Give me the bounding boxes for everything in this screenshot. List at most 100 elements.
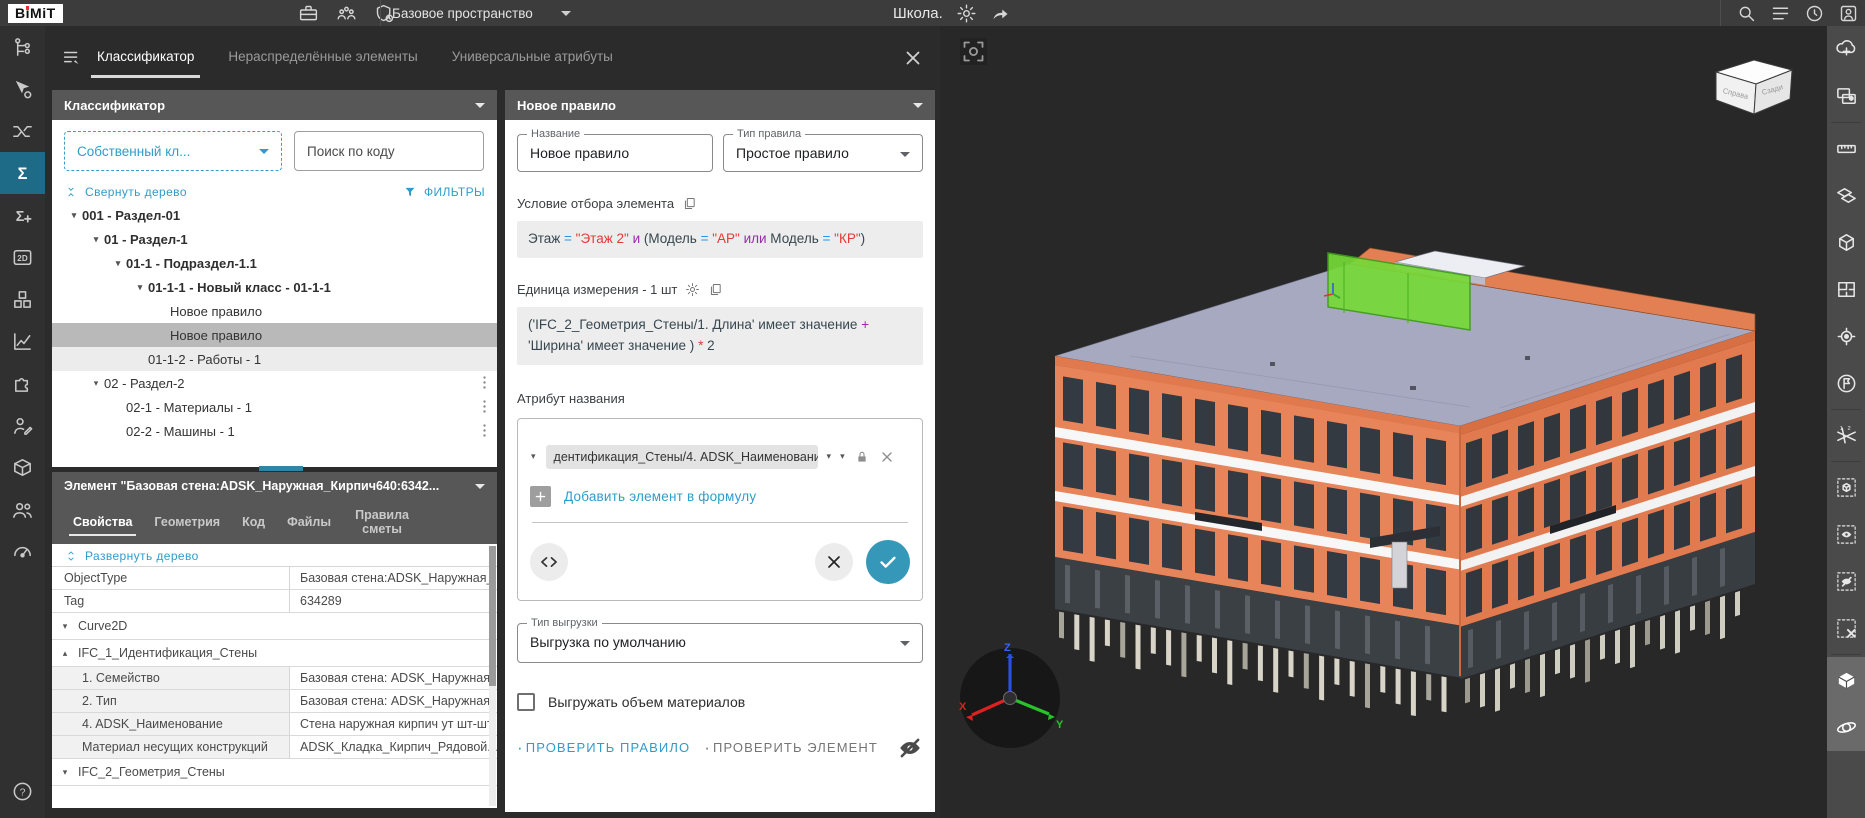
cancel-button[interactable] <box>815 543 853 581</box>
materials-checkbox-row[interactable]: Выгружать объем материалов <box>517 693 923 711</box>
rail-item-2d-view[interactable]: 2D <box>0 236 45 278</box>
gear-icon[interactable] <box>956 3 977 24</box>
rail-item-sum[interactable]: Σ <box>0 152 45 194</box>
view-cube[interactable]: Справа Сзади <box>1712 56 1796 120</box>
code-search-input[interactable] <box>294 131 484 171</box>
toolbar-floor-plan-button[interactable] <box>1827 266 1865 313</box>
panel-resize-handle[interactable] <box>259 466 303 471</box>
3d-viewport[interactable]: Справа Сзади X Y Z <box>940 26 1827 818</box>
kebab-menu-icon[interactable] <box>476 422 493 439</box>
condition-formula[interactable]: Этаж = "Этаж 2" и (Модель = "АР" или Мод… <box>517 221 923 258</box>
lock-icon[interactable] <box>854 449 870 465</box>
search-icon[interactable] <box>1736 3 1757 24</box>
building-3d-model[interactable] <box>940 26 1827 818</box>
panel-menu-icon[interactable] <box>61 47 83 69</box>
tree-node[interactable]: 02-2 - Машины - 1 <box>52 419 497 443</box>
filters-link[interactable]: ФИЛЬТРЫ <box>403 185 485 199</box>
copy-icon[interactable] <box>708 282 723 297</box>
element-tab-5[interactable]: Правила сметы <box>353 508 411 537</box>
share-icon[interactable] <box>990 3 1011 24</box>
tree-node[interactable]: ▾01 - Раздел-1 <box>52 227 497 251</box>
group-caret-icon[interactable]: ▾ <box>52 621 78 632</box>
tree-node[interactable]: Новое правило <box>52 323 497 347</box>
materials-checkbox[interactable] <box>517 693 535 711</box>
gear-icon[interactable] <box>685 282 700 297</box>
toolbar-show-eye-button[interactable] <box>1827 511 1865 558</box>
kebab-menu-icon[interactable] <box>476 374 493 391</box>
tree-node[interactable]: 01-1-2 - Работы - 1 <box>52 347 497 371</box>
remove-chip-icon[interactable] <box>879 449 895 465</box>
property-group-row[interactable]: ▾IFC_2_Геометрия_Стены <box>52 759 497 786</box>
group-caret-icon[interactable]: ▴ <box>52 648 78 659</box>
rail-item-person-edit[interactable] <box>0 404 45 446</box>
element-tab-1[interactable]: Свойства <box>73 515 132 529</box>
account-icon[interactable] <box>1838 3 1859 24</box>
rail-item-hierarchy[interactable] <box>0 26 45 68</box>
classifier-header[interactable]: Классификатор <box>52 90 497 120</box>
collapse-tree-link[interactable]: Свернуть дерево <box>64 185 187 199</box>
attribute-chip[interactable]: дентификация_Стены/4. ADSK_Наименование <box>546 445 818 469</box>
notifications-icon[interactable] <box>1804 3 1825 24</box>
rail-item-puzzle[interactable] <box>0 362 45 404</box>
toolbar-locate-button[interactable] <box>1827 313 1865 360</box>
team-icon[interactable] <box>336 3 357 24</box>
briefcase-icon[interactable] <box>298 3 319 24</box>
element-scrollbar[interactable] <box>489 546 496 806</box>
classifier-type-dropdown[interactable]: Собственный кл... <box>64 131 282 171</box>
eye-off-icon[interactable] <box>897 735 923 761</box>
check-rule-button[interactable]: ·ПРОВЕРИТЬ ПРАВИЛО <box>517 740 690 755</box>
kebab-menu-icon[interactable] <box>476 398 493 415</box>
copy-icon[interactable] <box>682 196 697 211</box>
toolbar-ghost-cube-button[interactable] <box>1827 464 1865 511</box>
tree-node[interactable]: 02-1 - Материалы - 1 <box>52 395 497 419</box>
panel-tab-1[interactable]: Классификатор <box>97 26 194 90</box>
toolbar-section-planes-button[interactable] <box>1827 172 1865 219</box>
viewport-expand-button[interactable] <box>960 38 987 65</box>
expand-tree-link[interactable]: Развернуть дерево <box>64 549 485 563</box>
list-menu-icon[interactable] <box>1770 3 1791 24</box>
chevron-down-icon[interactable]: ▾ <box>530 451 537 462</box>
rail-item-structure-blocks[interactable] <box>0 278 45 320</box>
export-type-select[interactable]: Тип выгрузки Выгрузка по умолчанию <box>517 623 923 663</box>
tree-node[interactable]: ▾001 - Раздел-01 <box>52 203 497 227</box>
workspace-selector[interactable]: Базовое пространство <box>392 6 571 21</box>
rail-item-export-model[interactable] <box>0 446 45 488</box>
tree-caret-icon[interactable]: ▾ <box>88 378 104 389</box>
property-group-row[interactable]: ▴IFC_1_Идентификация_Стены <box>52 640 497 667</box>
rule-header[interactable]: Новое правило <box>505 90 935 120</box>
tree-caret-icon[interactable]: ▾ <box>110 258 126 269</box>
tree-node[interactable]: ▾02 - Раздел-2 <box>52 371 497 395</box>
rail-item-users[interactable] <box>0 488 45 530</box>
code-view-button[interactable] <box>530 543 568 581</box>
toolbar-point-cloud-button[interactable] <box>1827 26 1865 73</box>
panel-tab-2[interactable]: Нераспределённые элементы <box>228 26 417 90</box>
rail-item-sum-add[interactable]: Σ <box>0 194 45 236</box>
unit-formula[interactable]: ('IFC_2_Геометрия_Стены/1. Длина' имеет … <box>517 307 923 365</box>
confirm-button[interactable] <box>866 540 910 584</box>
rail-item-line-chart[interactable] <box>0 320 45 362</box>
tree-node[interactable]: ▾01-1-1 - Новый класс - 01-1-1 <box>52 275 497 299</box>
property-group-row[interactable]: ▾Curve2D <box>52 613 497 640</box>
toolbar-box-section-button[interactable] <box>1827 219 1865 266</box>
element-tab-4[interactable]: Файлы <box>287 515 331 529</box>
toolbar-hide-eye-button[interactable] <box>1827 558 1865 605</box>
toolbar-solid-cube-button[interactable] <box>1827 657 1865 704</box>
tree-caret-icon[interactable]: ▾ <box>66 210 82 221</box>
group-caret-icon[interactable]: ▾ <box>52 767 78 778</box>
element-tab-2[interactable]: Геометрия <box>154 515 220 529</box>
rail-item-gauge[interactable] <box>0 530 45 572</box>
element-header[interactable]: Элемент "Базовая стена:ADSK_Наружная_Кир… <box>52 472 497 500</box>
rule-type-select[interactable]: Тип правила Простое правило <box>723 134 923 172</box>
panel-tab-3[interactable]: Универсальные атрибуты <box>452 26 613 90</box>
rule-name-field[interactable]: Название Новое правило <box>517 134 713 172</box>
toolbar-overlay-models-button[interactable] <box>1827 73 1865 120</box>
toolbar-ruler-button[interactable] <box>1827 125 1865 172</box>
toolbar-clear-selection-button[interactable] <box>1827 605 1865 652</box>
help-button[interactable]: ? <box>0 770 45 812</box>
tree-caret-icon[interactable]: ▾ <box>88 234 104 245</box>
toolbar-orbit-button[interactable] <box>1827 704 1865 751</box>
tree-node[interactable]: Новое правило <box>52 299 497 323</box>
axis-gizmo[interactable]: X Y Z <box>952 640 1068 756</box>
plus-icon[interactable] <box>530 486 551 507</box>
element-tab-3[interactable]: Код <box>242 515 265 529</box>
